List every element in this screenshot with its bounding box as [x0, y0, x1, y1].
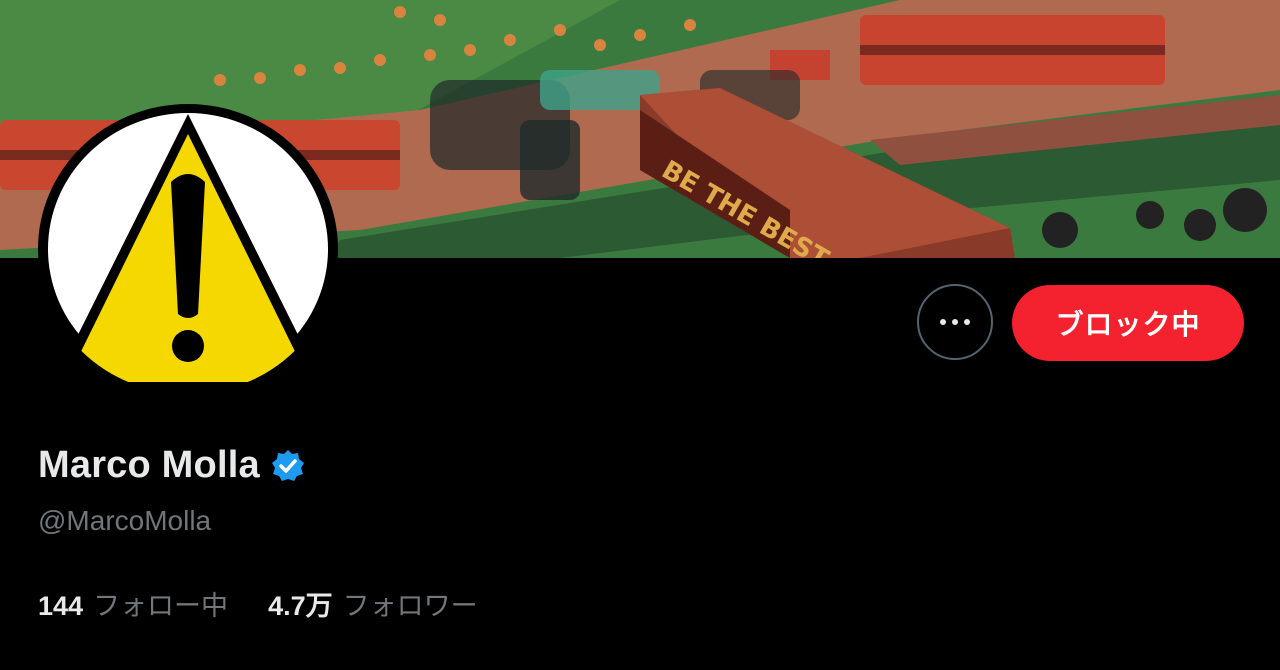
user-handle: @MarcoMolla — [38, 505, 212, 536]
follow-stats: 144 フォロー中 4.7万 フォロワー — [38, 584, 518, 623]
verified-badge-icon[interactable] — [270, 448, 306, 484]
blocked-button[interactable]: ブロック中 — [1012, 285, 1244, 361]
name-row: Marco Molla — [38, 444, 306, 487]
following-label: フォロー中 — [93, 591, 229, 621]
following-link[interactable]: 144 フォロー中 — [38, 584, 228, 623]
more-options-button[interactable] — [917, 284, 993, 360]
warning-icon — [40, 106, 336, 392]
followers-link[interactable]: 4.7万 フォロワー — [268, 584, 478, 623]
more-dot — [952, 319, 958, 325]
following-count: 144 — [38, 591, 84, 621]
followers-count: 4.7万 — [268, 591, 333, 621]
followers-label: フォロワー — [342, 591, 478, 621]
display-name: Marco Molla — [38, 444, 260, 486]
more-dot — [964, 319, 970, 325]
more-dot — [940, 319, 946, 325]
profile-avatar[interactable] — [38, 104, 338, 394]
blocked-button-label: ブロック中 — [1055, 309, 1201, 340]
